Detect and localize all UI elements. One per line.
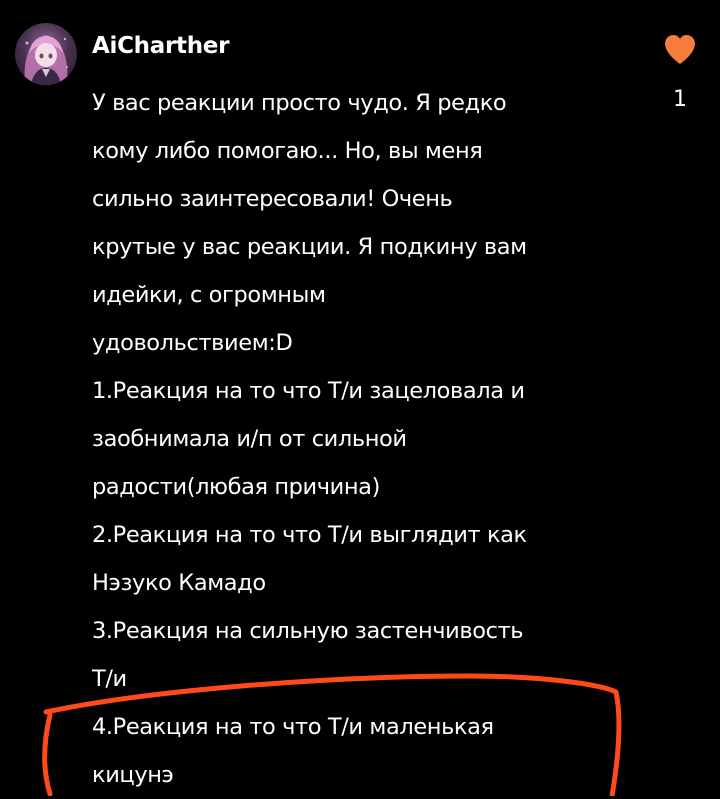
comment-text-line: радости(любая причина) (92, 474, 380, 500)
comment-text-line: кому либо помогаю... Но, вы меня (92, 138, 483, 164)
comment-text-line: 3.Реакция на сильную застенчивость (92, 618, 524, 644)
comment-text-line: заобнимала и/п от сильной (92, 426, 407, 452)
comment-text-line: идейки, с огромным (92, 282, 326, 308)
comment-body: У вас реакции просто чудо. Я редко кому … (92, 79, 632, 799)
comment-text-line: У вас реакции просто чудо. Я редко (92, 90, 507, 116)
comment-text-line: кицунэ (92, 762, 174, 788)
comment: AiCharther У вас реакции просто чудо. Я … (0, 0, 720, 796)
comment-text-line: крутые у вас реакции. Я подкину вам (92, 234, 527, 260)
user-avatar[interactable] (15, 23, 77, 85)
comment-text-line: 1.Реакция на то что Т/и зацеловала и (92, 378, 525, 404)
comment-text-line: Т/и (92, 666, 127, 692)
username[interactable]: AiCharther (92, 30, 229, 62)
comment-text-line: 4.Реакция на то что Т/и маленькая (92, 714, 494, 740)
heart-icon[interactable] (662, 32, 698, 68)
comment-text-line: 2.Реакция на то что Т/и выглядит как (92, 522, 527, 548)
comment-text-line: сильно заинтересовали! Очень (92, 186, 453, 212)
heart-icon-shape (665, 35, 695, 64)
avatar-image (24, 35, 69, 85)
comment-text-line: удовольствием:D (92, 330, 293, 356)
comment-text-line: Нэзуко Камадо (92, 570, 266, 596)
like-count: 1 (673, 87, 687, 112)
